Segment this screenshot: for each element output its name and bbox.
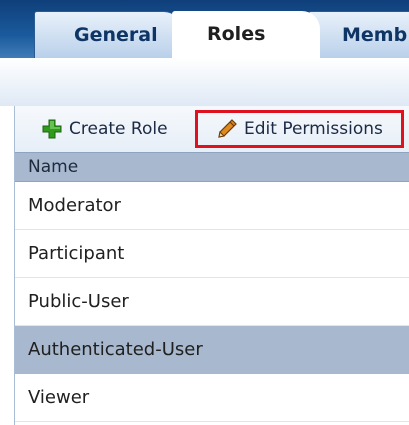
create-role-button[interactable]: Create Role	[41, 110, 168, 148]
table-row[interactable]: Viewer	[15, 374, 409, 422]
tab-general-label: General	[74, 24, 158, 46]
tab-roles-label: Roles	[207, 23, 266, 45]
edit-permissions-button[interactable]: Edit Permissions	[195, 110, 404, 148]
tab-members-label: Memb	[342, 24, 408, 46]
tab-members[interactable]: Memb	[308, 11, 409, 58]
toolbar: Create Role Edit Permissions	[15, 106, 409, 152]
role-name: Public-User	[28, 291, 129, 312]
role-name: Viewer	[28, 387, 90, 408]
tab-general[interactable]: General	[34, 11, 182, 58]
tab-bar: General Roles Memb	[0, 0, 409, 58]
pencil-icon	[218, 119, 237, 138]
table-row-selected[interactable]: Authenticated-User	[15, 326, 409, 374]
tab-roles[interactable]: Roles	[172, 11, 320, 58]
role-name: Participant	[28, 243, 125, 264]
name-column-header[interactable]: Name	[15, 152, 409, 182]
table-row[interactable]: Participant	[15, 230, 409, 278]
role-name: Authenticated-User	[28, 339, 203, 360]
tab-content-band	[0, 58, 409, 106]
roles-panel: Create Role Edit Permissions Name Modera…	[14, 106, 409, 425]
name-column-header-label: Name	[28, 157, 79, 177]
role-name: Moderator	[28, 195, 121, 216]
create-role-label: Create Role	[69, 119, 168, 139]
table-row[interactable]: Public-User	[15, 278, 409, 326]
plus-icon	[42, 119, 62, 139]
table-row[interactable]: Moderator	[15, 182, 409, 230]
edit-permissions-label: Edit Permissions	[244, 119, 383, 139]
